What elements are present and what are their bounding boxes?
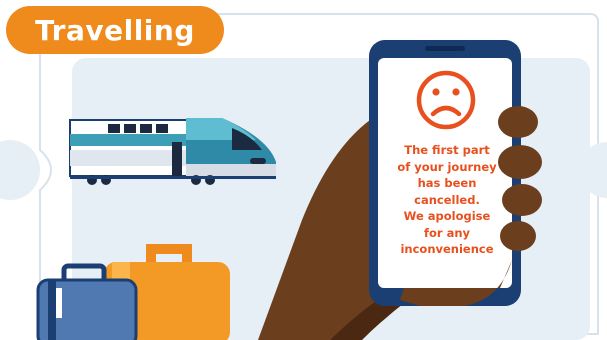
message-line: cancelled. [414, 192, 480, 207]
cancellation-message: The first part of your journey has been … [388, 142, 506, 258]
message-line: for any [423, 225, 471, 240]
message-line: of your journey [397, 159, 497, 174]
message-line: has been [417, 176, 477, 190]
ticket-card: Travelling The first part of your journe… [0, 0, 607, 340]
message-line: We apologise [403, 209, 491, 223]
message-line: inconvenience [400, 242, 494, 256]
section-title-badge: Travelling [6, 6, 224, 54]
ticket-notch-left [0, 140, 40, 200]
section-title: Travelling [35, 13, 195, 47]
message-line: The first part [404, 143, 490, 157]
